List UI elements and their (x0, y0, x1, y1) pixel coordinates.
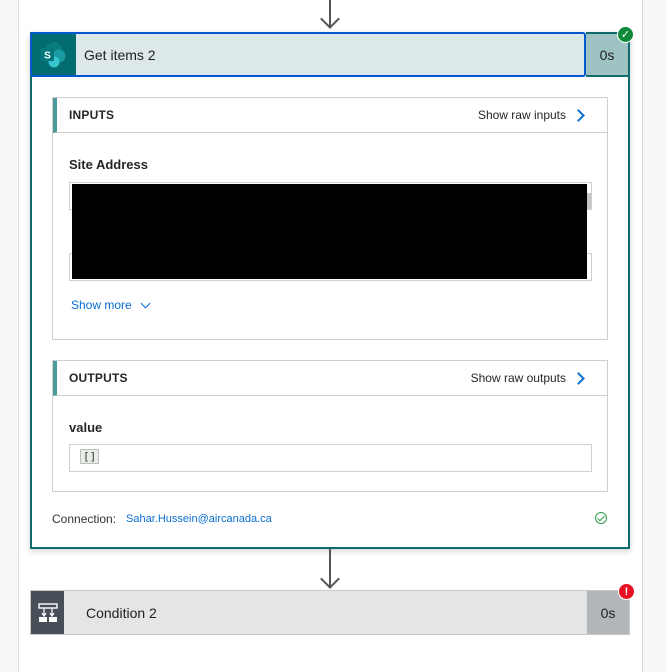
sharepoint-letter: S (44, 50, 51, 61)
connection-label: Connection: (52, 512, 117, 526)
value-field: [] (69, 444, 592, 472)
value-content: [] (80, 449, 100, 464)
success-check-icon: ✓ (617, 26, 634, 43)
action-header-get-items[interactable]: S Get items 2 0s (30, 32, 630, 77)
connection-account-link[interactable]: Sahar.Hussein@aircanada.ca (126, 513, 272, 525)
show-raw-inputs-label: Show raw inputs (477, 108, 566, 122)
action-title: Get items 2 (76, 32, 586, 77)
chevron-right-icon (572, 108, 585, 122)
chevron-down-icon (140, 298, 151, 308)
condition-title: Condition 2 (64, 591, 587, 634)
action-card-condition[interactable]: Condition 2 0s (30, 590, 630, 635)
outputs-header: OUTPUTS Show raw outputs (53, 361, 607, 396)
show-more-label: Show more (71, 298, 132, 312)
outputs-section: OUTPUTS Show raw outputs value [] (52, 360, 608, 492)
chevron-right-icon (572, 371, 585, 385)
error-exclamation-icon: ! (618, 583, 635, 600)
outputs-title: OUTPUTS (69, 371, 128, 385)
value-label: value (69, 420, 103, 435)
connection-row: Connection: Sahar.Hussein@aircanada.ca (52, 512, 272, 526)
inputs-header: INPUTS Show raw inputs (53, 98, 607, 133)
inputs-title: INPUTS (69, 108, 115, 122)
show-raw-outputs-link[interactable]: Show raw outputs (471, 371, 587, 385)
condition-icon (31, 591, 64, 634)
redacted-region (72, 184, 587, 279)
site-address-label: Site Address (69, 157, 148, 172)
check-circle-icon (595, 512, 607, 524)
sharepoint-icon: S (30, 32, 76, 77)
show-more-button[interactable]: Show more (71, 298, 151, 312)
show-raw-outputs-label: Show raw outputs (470, 371, 566, 385)
show-raw-inputs-link[interactable]: Show raw inputs (478, 108, 587, 122)
